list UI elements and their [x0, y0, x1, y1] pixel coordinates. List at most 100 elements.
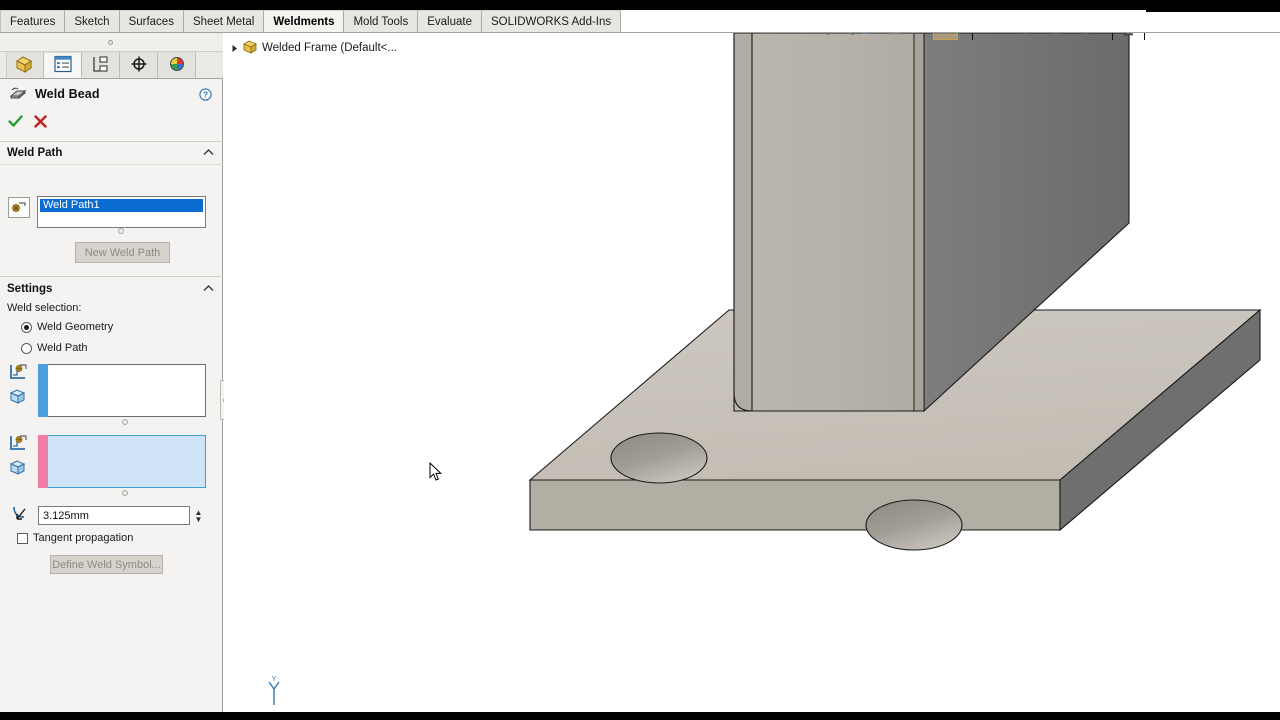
command-tab-mold-tools[interactable]: Mold Tools	[344, 10, 419, 33]
body-cube-icon	[8, 387, 34, 409]
previous-view-icon[interactable]	[858, 33, 883, 40]
radio-weld-geometry[interactable]: Weld Geometry	[21, 321, 113, 333]
display-style-icon[interactable]	[933, 33, 958, 40]
panel-pin-dot[interactable]	[108, 40, 113, 45]
hide-show-caret-icon[interactable]	[1037, 33, 1048, 40]
section-view-icon	[883, 33, 908, 40]
property-manager-title-bar: Weld Bead ?	[0, 80, 223, 108]
weld-path-list[interactable]: Weld Path1	[37, 196, 206, 228]
help-question-icon[interactable]: ?	[199, 88, 212, 101]
section-divider-1	[0, 141, 223, 142]
define-weld-symbol-label: Define Weld Symbol...	[52, 558, 161, 571]
weld-path-selector-icon[interactable]	[8, 197, 30, 218]
tangent-propagation-checkbox-row[interactable]: Tangent propagation	[17, 532, 133, 544]
feature-tree-root-row[interactable]: Welded Frame (Default<...	[229, 39, 397, 57]
panel-top-strip	[0, 33, 223, 52]
red-x-icon[interactable]	[32, 113, 49, 130]
tube-corner-edge	[913, 33, 925, 412]
manager-tab-row	[0, 52, 223, 79]
toolbar-separator-2	[1112, 33, 1113, 40]
coordinate-triad-icon: Y	[254, 675, 294, 712]
section-divider-2	[0, 276, 223, 277]
property-manager-tab[interactable]	[44, 52, 82, 78]
toolbar-overflow-caret-icon[interactable]	[1148, 33, 1159, 40]
face-set-1-selection-box[interactable]	[38, 364, 206, 417]
command-tab-sketch[interactable]: Sketch	[65, 10, 120, 33]
weld-selection-label: Weld selection:	[7, 302, 82, 314]
face-set-corner-icon	[8, 434, 34, 456]
bead-size-value: 3.125mm	[43, 509, 89, 522]
weldment-part-icon	[242, 39, 258, 57]
spin-down-icon[interactable]: ▼	[195, 515, 203, 523]
display-manager-tab[interactable]	[158, 52, 196, 78]
property-manager-panel: Weld Bead ? Weld Path Weld Path1 New Wel…	[0, 33, 223, 720]
tangent-propagation-label: Tangent propagation	[33, 532, 134, 544]
base-plate-hole-left	[610, 432, 708, 484]
window-bottom-band	[0, 712, 1280, 720]
triangle-right-icon[interactable]	[229, 43, 240, 54]
ok-cancel-row	[0, 109, 223, 135]
radio-weld-path-indicator[interactable]	[21, 342, 32, 354]
radio-weld-path-label: Weld Path	[37, 342, 88, 354]
toolbar-separator-3	[1144, 33, 1145, 40]
chevron-up-icon[interactable]	[202, 283, 215, 296]
zoom-to-fit-icon[interactable]	[808, 33, 833, 40]
new-weld-path-button[interactable]: New Weld Path	[75, 242, 170, 263]
radio-weld-geometry-indicator[interactable]	[21, 321, 32, 333]
chevron-up-icon[interactable]	[202, 147, 215, 160]
weld-path-list-resize-grip[interactable]	[118, 228, 124, 234]
weld-path-section-title: Weld Path	[7, 147, 63, 159]
heads-up-view-toolbar	[808, 33, 1159, 44]
define-weld-symbol-button[interactable]: Define Weld Symbol...	[50, 555, 163, 574]
weld-path-section-header[interactable]: Weld Path	[0, 143, 223, 163]
radio-weld-path[interactable]: Weld Path	[21, 342, 88, 354]
display-style-caret-icon[interactable]	[958, 33, 969, 40]
command-tab-evaluate[interactable]: Evaluate	[418, 10, 482, 33]
face-set-2-selection-box[interactable]	[38, 435, 206, 488]
base-plate-hole-right	[865, 499, 963, 551]
tube-corner-fillet-left	[733, 33, 753, 412]
apply-scene-icon	[1073, 33, 1098, 40]
green-check-icon[interactable]	[7, 113, 24, 130]
feature-manager-tab[interactable]	[6, 52, 44, 78]
command-tab-sheet-metal[interactable]: Sheet Metal	[183, 10, 265, 33]
bead-size-spinner[interactable]: ▲ ▼	[192, 506, 205, 525]
settings-section-title: Settings	[7, 283, 53, 295]
tangent-propagation-checkbox[interactable]	[17, 532, 28, 544]
configuration-icon	[91, 55, 111, 76]
section-divider-1b	[0, 164, 223, 165]
command-tab-strip: Features Sketch Surfaces Sheet Metal Weldmen…	[0, 10, 622, 33]
weld-path-list-item[interactable]: Weld Path1	[40, 199, 203, 212]
base-plate-front-face	[529, 479, 1061, 531]
model-3d-view[interactable]	[224, 33, 1280, 720]
body-cube-icon	[8, 458, 34, 480]
command-tab-features[interactable]: Features	[0, 10, 66, 33]
arrow-cursor	[429, 461, 443, 485]
face-set-2-resize-grip[interactable]	[122, 490, 128, 496]
graphics-viewport[interactable]: Welded Frame (Default<... Y	[224, 33, 1280, 720]
face-set-2-color-edge	[38, 435, 48, 488]
settings-section-header[interactable]: Settings	[0, 279, 223, 299]
edit-appearance-icon	[1048, 33, 1073, 40]
face-set-corner-icon	[8, 363, 34, 385]
face-set-1-icons	[8, 363, 34, 411]
face-set-2-icons	[8, 434, 34, 482]
bead-size-input[interactable]: 3.125mm	[38, 506, 190, 525]
dimxpert-manager-tab[interactable]	[120, 52, 158, 78]
feature-tree-root-label: Welded Frame (Default<...	[262, 42, 397, 54]
command-manager-tab-row: Features Sketch Surfaces Sheet Metal Weldmen…	[0, 10, 1280, 33]
face-set-1-resize-grip[interactable]	[122, 419, 128, 425]
command-tab-surfaces[interactable]: Surfaces	[119, 10, 184, 33]
apply-scene-caret-icon[interactable]	[1098, 33, 1109, 40]
command-tab-weldments[interactable]: Weldments	[264, 10, 345, 33]
configuration-manager-tab[interactable]	[82, 52, 120, 78]
command-tab-solidworks-add-ins[interactable]: SOLIDWORKS Add-Ins	[482, 10, 622, 33]
dimxpert-target-icon	[129, 55, 149, 76]
view-settings-icon[interactable]	[1116, 33, 1141, 40]
yellow-part-icon	[15, 55, 35, 76]
solidworks-window: Features Sketch Surfaces Sheet Metal Weldmen…	[0, 0, 1280, 720]
zoom-to-area-icon[interactable]	[833, 33, 858, 40]
hide-show-items-icon[interactable]	[1012, 33, 1037, 40]
window-top-band	[0, 0, 1280, 10]
view-orientation-icon[interactable]	[908, 33, 933, 40]
